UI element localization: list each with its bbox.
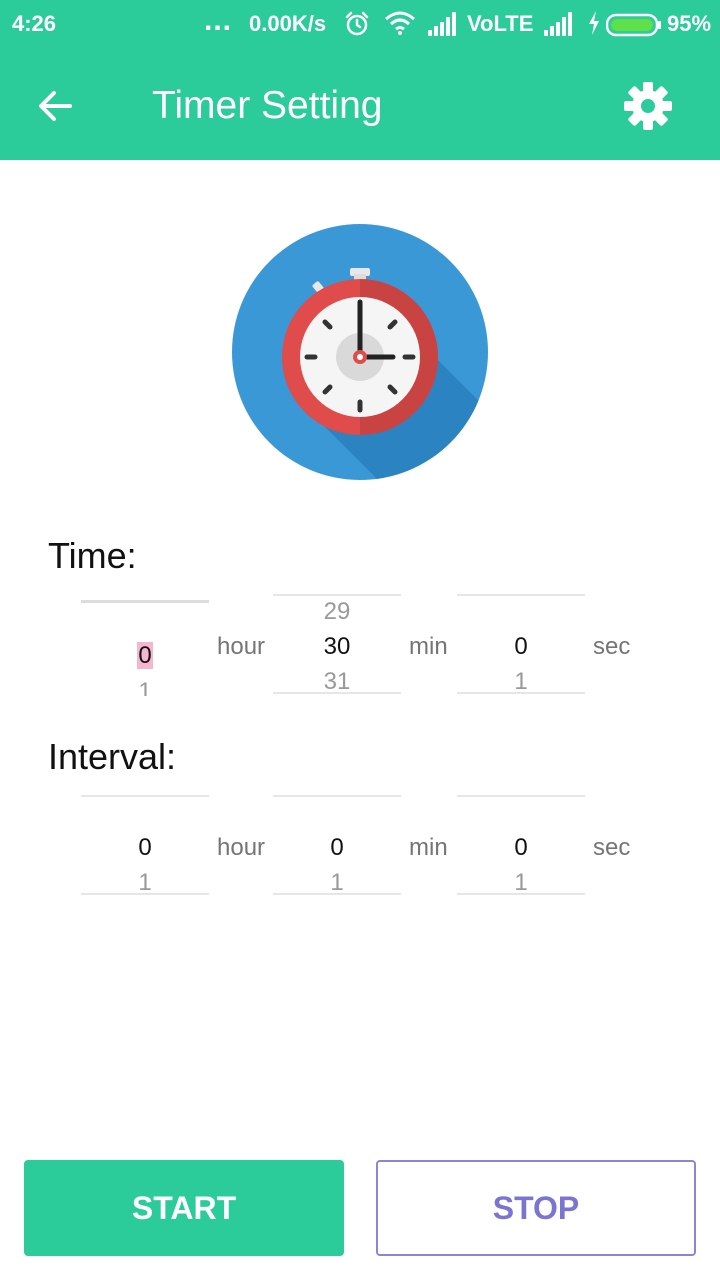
picker-divider	[273, 795, 401, 797]
interval-sec-current: 0	[514, 834, 528, 861]
interval-min-picker[interactable]: 0 1	[273, 795, 401, 897]
stopwatch-icon	[230, 222, 490, 482]
time-min-current: 30	[323, 633, 351, 660]
picker-divider	[81, 600, 209, 603]
picker-divider	[273, 893, 401, 895]
time-hour-unit: hour	[217, 633, 266, 660]
picker-divider	[81, 893, 209, 895]
gear-icon	[620, 82, 676, 138]
picker-divider	[81, 795, 209, 797]
stop-button[interactable]: STOP	[376, 1160, 696, 1256]
time-sec-unit: sec	[593, 633, 631, 660]
status-network-type: VoLTE	[467, 11, 534, 36]
status-network-speed: 0.00K/s	[249, 11, 327, 36]
picker-divider	[457, 692, 585, 694]
status-time: 4:26	[12, 11, 57, 36]
interval-sec-picker[interactable]: 0 1	[457, 795, 585, 897]
battery-icon	[605, 13, 662, 43]
charging-icon	[587, 10, 601, 42]
app-bar: 4:26 ... 0.00K/s VoLTE 95% Timer Setting	[0, 0, 720, 160]
time-min-unit: min	[409, 633, 448, 660]
status-battery-percent: 95%	[667, 11, 712, 36]
interval-hour-unit: hour	[217, 834, 266, 861]
time-sec-current: 0	[514, 633, 528, 660]
interval-hour-current: 0	[138, 834, 152, 861]
picker-divider	[457, 594, 585, 596]
time-label: Time:	[48, 535, 137, 576]
status-bar: 4:26 ... 0.00K/s VoLTE 95%	[0, 0, 720, 50]
time-hour-current: 0	[137, 642, 153, 669]
time-sec-picker[interactable]: 0 1	[457, 594, 585, 696]
interval-hour-picker[interactable]: 0 1	[81, 795, 209, 897]
interval-min-current: 0	[330, 834, 344, 861]
time-hour-next: 1	[138, 678, 152, 696]
page-title: Timer Setting	[152, 84, 383, 127]
interval-label: Interval:	[48, 736, 177, 777]
picker-divider	[457, 795, 585, 797]
picker-divider	[457, 893, 585, 895]
picker-divider	[273, 692, 401, 694]
settings-button[interactable]	[620, 78, 676, 134]
time-min-picker[interactable]: 29 30 31	[273, 594, 401, 696]
time-hour-picker[interactable]: 0 1	[81, 598, 209, 698]
wifi-icon	[384, 10, 416, 42]
interval-min-unit: min	[409, 834, 448, 861]
alarm-icon	[343, 10, 371, 44]
start-button[interactable]: START	[24, 1160, 344, 1256]
interval-sec-unit: sec	[593, 834, 631, 861]
status-more-dots: ...	[204, 4, 233, 37]
signal-icon	[428, 12, 460, 42]
arrow-left-icon	[30, 91, 82, 134]
back-button[interactable]	[30, 82, 82, 130]
time-min-prev: 29	[323, 598, 351, 625]
signal-icon	[544, 12, 576, 42]
picker-divider	[273, 594, 401, 596]
